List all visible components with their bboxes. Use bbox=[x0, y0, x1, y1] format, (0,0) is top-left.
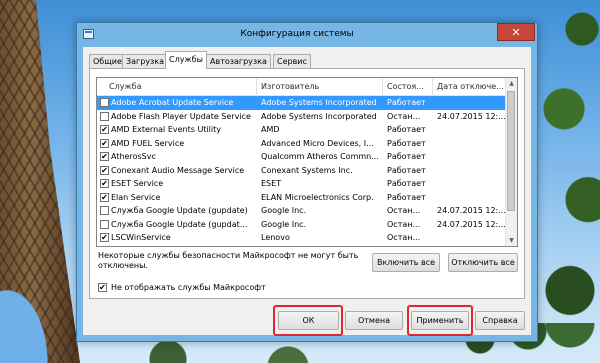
service-status: Работает bbox=[387, 138, 426, 148]
service-status: Работает bbox=[387, 192, 426, 202]
tab-services[interactable]: Службы bbox=[165, 51, 207, 69]
tab-general[interactable]: Общие bbox=[89, 54, 126, 68]
tab-tools[interactable]: Сервис bbox=[273, 54, 311, 68]
service-disable-date bbox=[437, 123, 507, 137]
service-disable-date bbox=[437, 191, 507, 205]
service-status: Работает bbox=[387, 152, 426, 161]
service-row[interactable]: Служба Google Update (gupdat... Google In… bbox=[97, 218, 507, 232]
service-manufacturer: Conexant Systems Inc. bbox=[261, 165, 353, 175]
service-disable-date: 24.07.2015 12:... bbox=[437, 206, 506, 215]
service-manufacturer: AMD bbox=[261, 125, 280, 134]
close-button[interactable]: ✕ bbox=[497, 23, 535, 41]
service-disable-date bbox=[437, 231, 507, 245]
service-checkbox[interactable]: ✔ bbox=[100, 233, 109, 242]
help-button[interactable]: Справка bbox=[475, 311, 525, 330]
titlebar[interactable]: Конфигурация системы ✕ bbox=[77, 23, 537, 47]
service-manufacturer: Advanced Micro Devices, I... bbox=[261, 138, 374, 148]
service-name: Adobe Flash Player Update Service bbox=[111, 111, 251, 121]
services-list[interactable]: Служба Изготовитель Состоя... Дата отклю… bbox=[96, 77, 518, 247]
service-row[interactable]: ✔ AtherosSvc Qualcomm Atheros Commn... Рабо… bbox=[97, 150, 507, 164]
apply-highlight-frame bbox=[407, 305, 473, 336]
service-disable-date: 24.07.2015 12:... bbox=[437, 219, 506, 229]
service-row[interactable]: ✔ AMD FUEL Service Advanced Micro Devices,… bbox=[97, 137, 507, 151]
service-manufacturer: Google Inc. bbox=[261, 219, 307, 229]
service-manufacturer: Lenovo bbox=[261, 233, 290, 242]
column-date[interactable]: Дата отключе... bbox=[433, 78, 507, 95]
service-status: Работает bbox=[387, 179, 426, 188]
hide-ms-checkbox[interactable]: ✔ bbox=[98, 283, 107, 292]
service-manufacturer: Adobe Systems Incorporated bbox=[261, 98, 377, 107]
service-row[interactable]: Adobe Flash Player Update Service Adobe S… bbox=[97, 110, 507, 124]
service-name: Служба Google Update (gupdate) bbox=[111, 206, 248, 215]
service-row[interactable]: ✔ AMD External Events Utility AMD Работает bbox=[97, 123, 507, 137]
enable-all-button[interactable]: Включить все bbox=[372, 253, 440, 272]
service-row[interactable]: Служба Google Update (gupdate) Google Inc… bbox=[97, 204, 507, 218]
service-name: Conexant Audio Message Service bbox=[111, 165, 245, 175]
service-name: AMD External Events Utility bbox=[111, 125, 221, 134]
tree-background bbox=[540, 0, 600, 363]
service-name: ESET Service bbox=[111, 179, 164, 188]
service-manufacturer: ELAN Microelectronics Corp. bbox=[261, 192, 374, 202]
service-row[interactable]: Adobe Acrobat Update Service Adobe System… bbox=[97, 96, 507, 110]
service-status: Остан... bbox=[387, 111, 421, 121]
service-name: AtherosSvc bbox=[111, 152, 156, 161]
scroll-down-arrow-icon[interactable]: ▼ bbox=[506, 235, 517, 246]
column-service[interactable]: Служба bbox=[97, 78, 257, 95]
service-name: Служба Google Update (gupdat... bbox=[111, 219, 248, 229]
service-status: Работает bbox=[387, 165, 426, 175]
service-row[interactable]: ✔ LSCWinService Lenovo Остан... bbox=[97, 231, 507, 245]
services-tab-panel: Служба Изготовитель Состоя... Дата отклю… bbox=[89, 68, 525, 299]
service-checkbox[interactable] bbox=[100, 111, 109, 121]
service-row[interactable]: ✔ Elan Service ELAN Microelectronics Corp.… bbox=[97, 191, 507, 205]
service-disable-date: 24.07.2015 12:... bbox=[437, 111, 506, 121]
service-status: Работает bbox=[387, 98, 426, 107]
service-disable-date bbox=[437, 150, 507, 164]
system-configuration-window: Конфигурация системы ✕ Общие Загрузка Сл… bbox=[76, 22, 538, 342]
service-row[interactable]: ✔ ESET Service ESET Работает bbox=[97, 177, 507, 191]
vertical-scrollbar[interactable]: ▲ ▼ bbox=[505, 78, 517, 246]
dialog-client-area: Общие Загрузка Службы Автозагрузка Серви… bbox=[83, 47, 531, 336]
service-disable-date bbox=[437, 164, 507, 178]
service-checkbox[interactable]: ✔ bbox=[100, 152, 109, 161]
service-disable-date bbox=[437, 137, 507, 151]
disable-all-button[interactable]: Отключить все bbox=[448, 253, 518, 272]
service-checkbox[interactable]: ✔ bbox=[100, 165, 109, 175]
tab-startup[interactable]: Автозагрузка bbox=[206, 54, 271, 68]
service-disable-date bbox=[437, 96, 507, 110]
service-manufacturer: Google Inc. bbox=[261, 206, 307, 215]
service-checkbox[interactable] bbox=[100, 206, 109, 215]
service-row[interactable]: ✔ Conexant Audio Message Service Conexant … bbox=[97, 164, 507, 178]
scroll-up-arrow-icon[interactable]: ▲ bbox=[506, 78, 517, 89]
ok-highlight-frame bbox=[273, 305, 343, 336]
service-checkbox[interactable]: ✔ bbox=[100, 192, 109, 202]
service-checkbox[interactable] bbox=[100, 219, 109, 229]
scroll-thumb[interactable] bbox=[507, 91, 515, 211]
service-checkbox[interactable]: ✔ bbox=[100, 125, 109, 134]
hide-ms-label: Не отображать службы Майкрософт bbox=[111, 283, 266, 292]
tab-boot[interactable]: Загрузка bbox=[122, 54, 169, 68]
service-checkbox[interactable]: ✔ bbox=[100, 179, 109, 188]
service-checkbox[interactable] bbox=[100, 98, 109, 107]
column-manufacturer[interactable]: Изготовитель bbox=[257, 78, 383, 95]
service-name: LSCWinService bbox=[111, 233, 171, 242]
service-manufacturer: Adobe Systems Incorporated bbox=[261, 111, 377, 121]
window-title: Конфигурация системы bbox=[240, 29, 354, 39]
service-status: Остан... bbox=[387, 206, 421, 215]
list-header: Служба Изготовитель Состоя... Дата отклю… bbox=[97, 78, 507, 96]
service-name: AMD FUEL Service bbox=[111, 138, 185, 148]
cancel-button[interactable]: Отмена bbox=[345, 311, 403, 330]
service-checkbox[interactable]: ✔ bbox=[100, 138, 109, 148]
service-name: Adobe Acrobat Update Service bbox=[111, 98, 234, 107]
service-manufacturer: ESET bbox=[261, 179, 282, 188]
service-status: Остан... bbox=[387, 219, 421, 229]
column-status[interactable]: Состоя... bbox=[383, 78, 433, 95]
service-status: Остан... bbox=[387, 233, 421, 242]
service-status: Работает bbox=[387, 125, 426, 134]
security-services-note: Некоторые службы безопасности Майкрософт… bbox=[98, 251, 359, 270]
service-name: Elan Service bbox=[111, 192, 161, 202]
service-disable-date bbox=[437, 177, 507, 191]
service-manufacturer: Qualcomm Atheros Commn... bbox=[261, 152, 379, 161]
